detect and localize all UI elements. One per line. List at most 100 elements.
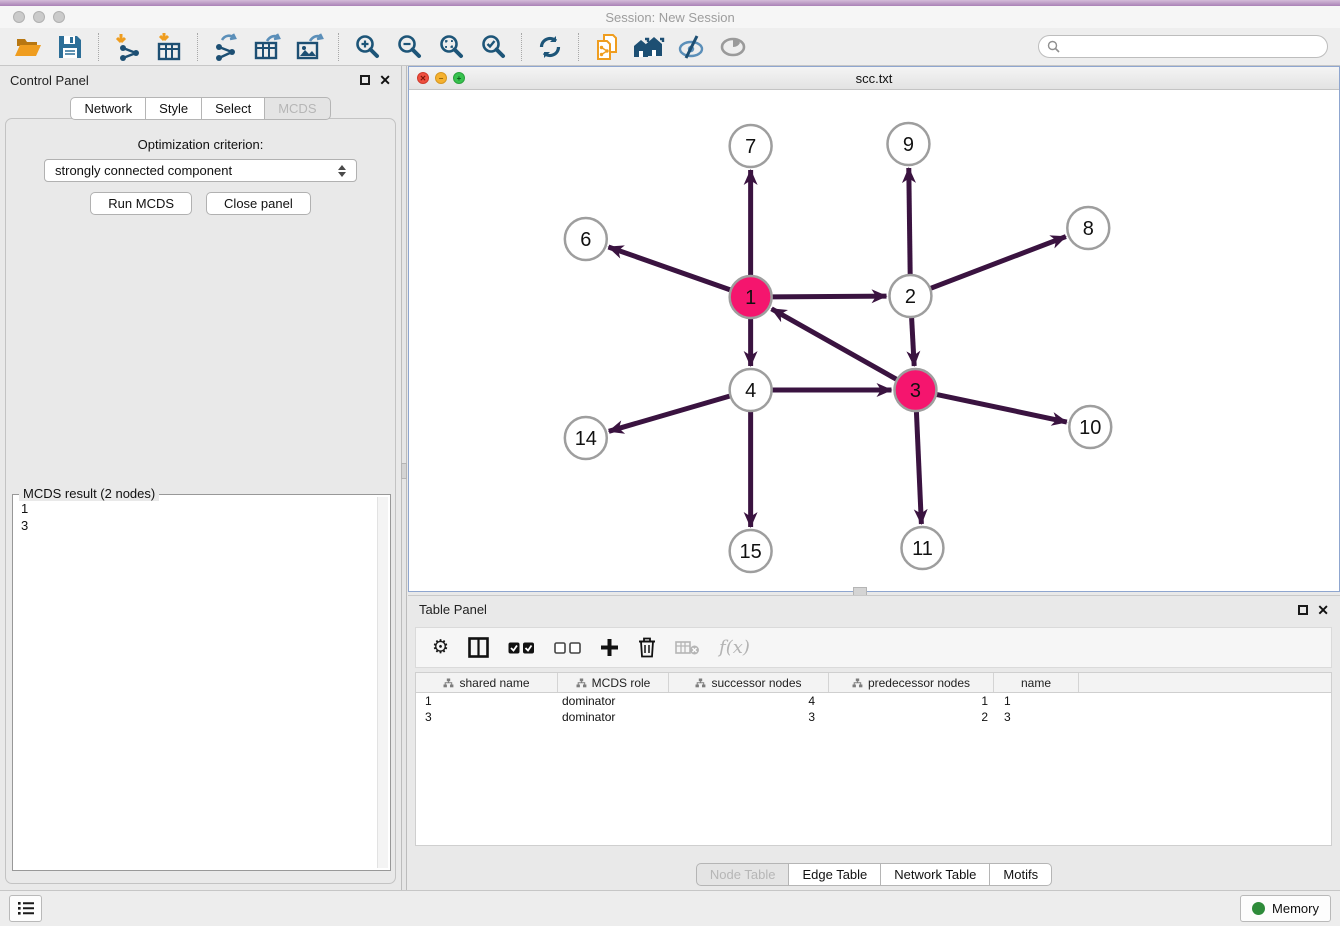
edge-1-6[interactable] — [608, 247, 729, 290]
node-label-1: 1 — [745, 287, 756, 309]
column-header-mcds-role[interactable]: MCDS role — [558, 673, 669, 692]
tab-network[interactable]: Network — [70, 97, 146, 120]
table-cell[interactable]: 4 — [669, 694, 829, 708]
table-cell[interactable]: 2 — [829, 710, 994, 724]
refresh-icon — [537, 34, 563, 60]
edge-1-2[interactable] — [773, 296, 887, 297]
minimize-network-button[interactable] — [435, 72, 447, 84]
tab-node-table[interactable]: Node Table — [696, 863, 790, 886]
save-session-button[interactable] — [50, 30, 90, 64]
zoom-fit-button[interactable] — [431, 30, 471, 64]
node-label-11: 11 — [912, 538, 933, 560]
node-label-3: 3 — [910, 380, 921, 402]
minimize-window-button[interactable] — [33, 11, 45, 23]
import-network-button[interactable] — [107, 30, 147, 64]
tab-motifs[interactable]: Motifs — [990, 863, 1052, 886]
tab-edge-table[interactable]: Edge Table — [789, 863, 881, 886]
delete-columns-button[interactable] — [638, 637, 656, 658]
node-label-2: 2 — [905, 286, 916, 308]
apply-layout-button[interactable] — [530, 30, 570, 64]
table-cell[interactable]: 3 — [416, 710, 558, 724]
control-panel-tabs: Network Style Select MCDS — [0, 97, 401, 120]
tab-style[interactable]: Style — [146, 97, 202, 120]
import-network-icon — [113, 33, 141, 61]
tab-mcds[interactable]: MCDS — [265, 97, 330, 120]
column-header-filler — [1079, 673, 1331, 692]
list-icon — [17, 901, 35, 916]
task-history-button[interactable] — [9, 895, 42, 922]
tab-select[interactable]: Select — [202, 97, 265, 120]
close-network-button[interactable] — [417, 72, 429, 84]
show-column-button[interactable] — [468, 637, 489, 658]
edge-2-3[interactable] — [912, 318, 915, 366]
import-table-icon — [155, 33, 183, 61]
result-scrollbar[interactable] — [377, 497, 388, 868]
table-cell[interactable]: dominator — [558, 694, 669, 708]
search-icon — [1047, 40, 1060, 53]
node-label-15: 15 — [740, 541, 762, 563]
edge-2-9[interactable] — [909, 168, 910, 274]
maximize-network-button[interactable] — [453, 72, 465, 84]
network-window-title: scc.txt — [409, 71, 1339, 86]
node-label-9: 9 — [903, 134, 914, 156]
float-panel-icon[interactable] — [360, 75, 370, 85]
edge-2-8[interactable] — [931, 237, 1066, 289]
create-column-button[interactable] — [600, 638, 619, 657]
open-session-button[interactable] — [8, 30, 48, 64]
import-table-button[interactable] — [149, 30, 189, 64]
close-panel-button[interactable]: Close panel — [206, 192, 311, 215]
run-mcds-button[interactable]: Run MCDS — [90, 192, 192, 215]
table-cell[interactable]: 1 — [416, 694, 558, 708]
table-cell[interactable]: 1 — [829, 694, 994, 708]
edge-3-11[interactable] — [916, 412, 921, 524]
table-cell[interactable]: 3 — [994, 710, 1079, 724]
export-table-icon — [253, 33, 283, 61]
edge-4-14[interactable] — [609, 396, 730, 431]
show-all-button[interactable] — [629, 30, 669, 64]
table-row[interactable]: 3dominator323 — [416, 709, 1331, 725]
export-table-button[interactable] — [248, 30, 288, 64]
memory-button[interactable]: Memory — [1240, 895, 1331, 922]
clone-network-button[interactable] — [587, 30, 627, 64]
node-label-4: 4 — [745, 380, 756, 402]
zoom-in-button[interactable] — [347, 30, 387, 64]
column-header-name[interactable]: name — [994, 673, 1079, 692]
table-cell[interactable]: dominator — [558, 710, 669, 724]
zoom-out-button[interactable] — [389, 30, 429, 64]
close-window-button[interactable] — [13, 11, 25, 23]
show-hidden-button[interactable] — [713, 30, 753, 64]
search-field[interactable] — [1038, 35, 1328, 58]
column-header-predecessor-nodes[interactable]: predecessor nodes — [829, 673, 994, 692]
network-canvas[interactable]: 7968124314101511 — [409, 90, 1339, 591]
table-mode-button[interactable]: ⚙ — [432, 638, 449, 657]
unselect-all-columns-button[interactable] — [554, 642, 581, 654]
export-network-button[interactable] — [206, 30, 246, 64]
memory-status-icon — [1252, 902, 1265, 915]
select-all-columns-button[interactable] — [508, 642, 535, 654]
toolbar-separator — [578, 33, 579, 61]
table-cell[interactable]: 1 — [994, 694, 1079, 708]
edge-3-1[interactable] — [772, 309, 897, 379]
control-panel-title: Control Panel — [10, 73, 89, 88]
main-toolbar — [0, 28, 1340, 66]
zoom-selected-button[interactable] — [473, 30, 513, 64]
hide-selected-button[interactable] — [671, 30, 711, 64]
network-window-titlebar: scc.txt — [409, 67, 1339, 90]
float-panel-icon[interactable] — [1298, 605, 1308, 615]
unchecked-boxes-icon — [554, 642, 581, 654]
column-header-shared-name[interactable]: shared name — [416, 673, 558, 692]
table-panel-title: Table Panel — [419, 602, 487, 617]
edge-3-10[interactable] — [937, 395, 1067, 422]
export-image-button[interactable] — [290, 30, 330, 64]
close-panel-icon[interactable]: ✕ — [1317, 605, 1329, 615]
table-row[interactable]: 1dominator411 — [416, 693, 1331, 709]
optimization-criterion-dropdown[interactable]: strongly connected component — [44, 159, 357, 182]
tab-network-table[interactable]: Network Table — [881, 863, 990, 886]
close-panel-icon[interactable]: ✕ — [379, 75, 391, 85]
column-header-successor-nodes[interactable]: successor nodes — [669, 673, 829, 692]
dropdown-value: strongly connected component — [55, 163, 232, 178]
table-cell[interactable]: 3 — [669, 710, 829, 724]
search-input[interactable] — [1066, 40, 1319, 54]
node-label-6: 6 — [580, 229, 591, 251]
zoom-window-button[interactable] — [53, 11, 65, 23]
